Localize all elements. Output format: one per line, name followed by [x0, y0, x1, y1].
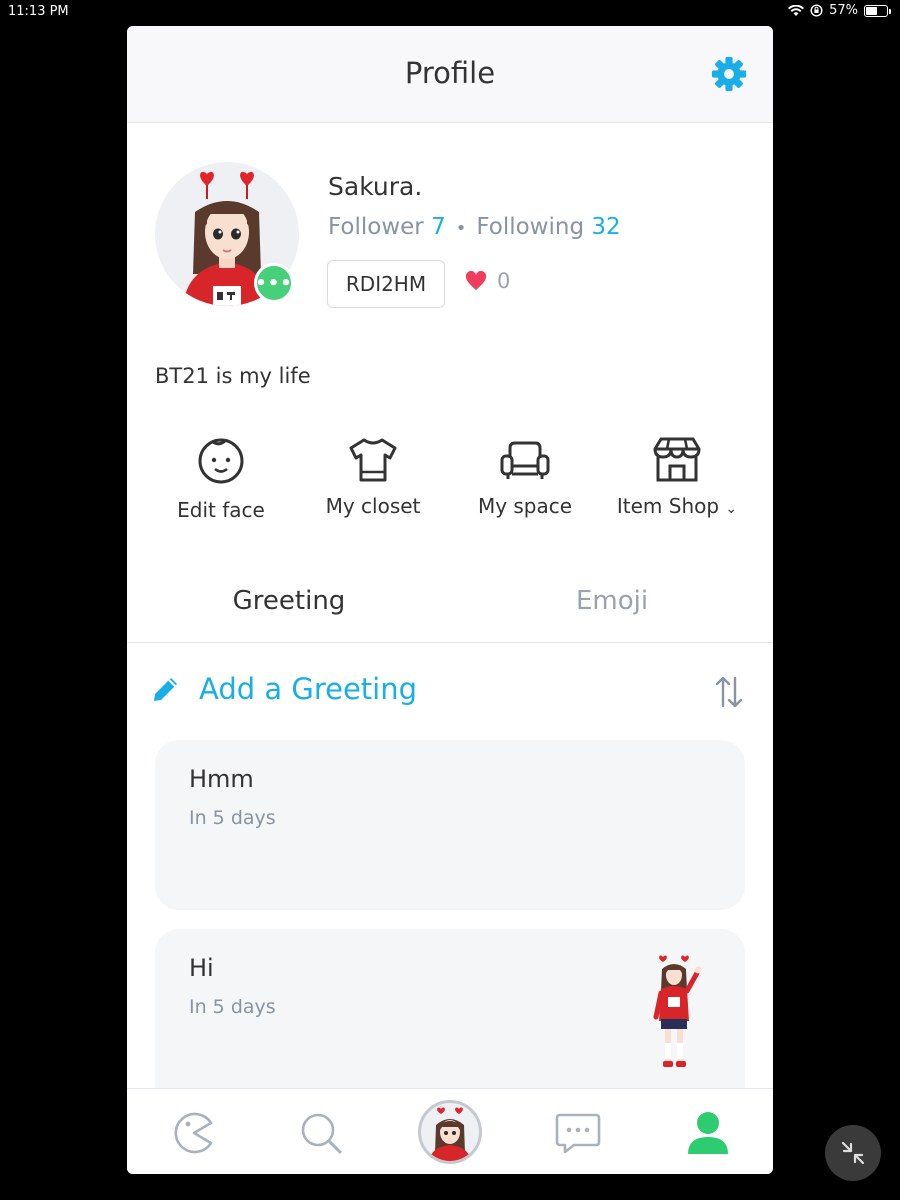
home-icon[interactable]: [166, 1107, 218, 1159]
avatar-icon: [429, 1107, 471, 1161]
battery-level: [866, 6, 877, 15]
nav-avatar-button[interactable]: [418, 1100, 482, 1164]
likes[interactable]: 0: [465, 269, 510, 293]
following-count: 32: [591, 214, 621, 240]
sofa-icon: [500, 441, 550, 479]
my-space-button[interactable]: My space: [450, 434, 600, 518]
status-indicators: 57%: [788, 3, 891, 18]
search-icon[interactable]: [295, 1107, 347, 1159]
pencil-icon: [154, 678, 177, 701]
following-link[interactable]: Following 32: [476, 214, 620, 240]
greeting-card[interactable]: Hmm In 5 days: [155, 740, 745, 910]
greeting-expiry: In 5 days: [189, 996, 276, 1018]
tab-greeting[interactable]: Greeting: [139, 586, 439, 616]
chat-icon[interactable]: [552, 1107, 604, 1159]
battery-icon: [864, 4, 891, 17]
add-greeting-label: Add a Greeting: [199, 672, 418, 706]
item-shop-text: Item Shop: [616, 494, 720, 518]
shirt-icon: [349, 438, 397, 482]
my-closet-button[interactable]: My closet: [298, 434, 448, 518]
shop-icon: [653, 437, 701, 482]
app-window: Profile ••• Sakura. Follower 7 • Followi…: [127, 26, 773, 1174]
my-space-label: My space: [477, 494, 573, 518]
item-shop-label: Item Shop ⌄: [602, 494, 752, 518]
edit-face-button[interactable]: Edit face: [146, 434, 296, 522]
collapse-button[interactable]: [825, 1125, 881, 1181]
bottom-nav: [127, 1088, 773, 1174]
greeting-title: Hmm: [189, 765, 254, 793]
wifi-icon: [788, 4, 805, 16]
add-greeting-button[interactable]: Add a Greeting: [151, 672, 417, 706]
gear-icon[interactable]: [711, 56, 747, 92]
tab-bar: Greeting Emoji: [127, 574, 773, 643]
edit-face-label: Edit face: [177, 498, 265, 522]
following-label: Following: [476, 214, 585, 240]
item-shop-button[interactable]: Item Shop ⌄: [602, 434, 752, 518]
follower-link[interactable]: Follower 7: [328, 214, 446, 240]
follower-label: Follower: [328, 214, 424, 240]
status-bar: 11:13 PM 57%: [0, 0, 900, 26]
separator-dot: •: [455, 218, 467, 239]
heart-icon: [465, 271, 487, 291]
my-closet-label: My closet: [325, 494, 421, 518]
profile-icon[interactable]: [682, 1107, 734, 1159]
collapse-arrows-icon: [841, 1141, 865, 1165]
rotation-lock-icon: [810, 4, 823, 17]
greeting-title: Hi: [189, 954, 214, 982]
username: Sakura.: [328, 172, 423, 201]
face-icon: [198, 438, 244, 484]
battery-percent: 57%: [829, 3, 858, 18]
follow-stats: Follower 7 • Following 32: [328, 214, 621, 240]
header: Profile: [127, 26, 773, 123]
avatar-figure-illustration: [653, 955, 702, 1067]
likes-count: 0: [497, 269, 511, 293]
greeting-expiry: In 5 days: [189, 807, 276, 829]
sort-icon[interactable]: [713, 674, 745, 710]
tab-emoji[interactable]: Emoji: [462, 586, 762, 616]
more-options-badge[interactable]: •••: [254, 263, 294, 303]
bio-text: BT21 is my life: [155, 364, 311, 388]
user-code-button[interactable]: RDI2HM: [327, 260, 445, 308]
status-time: 11:13 PM: [8, 4, 69, 19]
chevron-down-icon: ⌄: [725, 501, 738, 517]
page-title: Profile: [404, 56, 496, 90]
follower-count: 7: [431, 214, 446, 240]
